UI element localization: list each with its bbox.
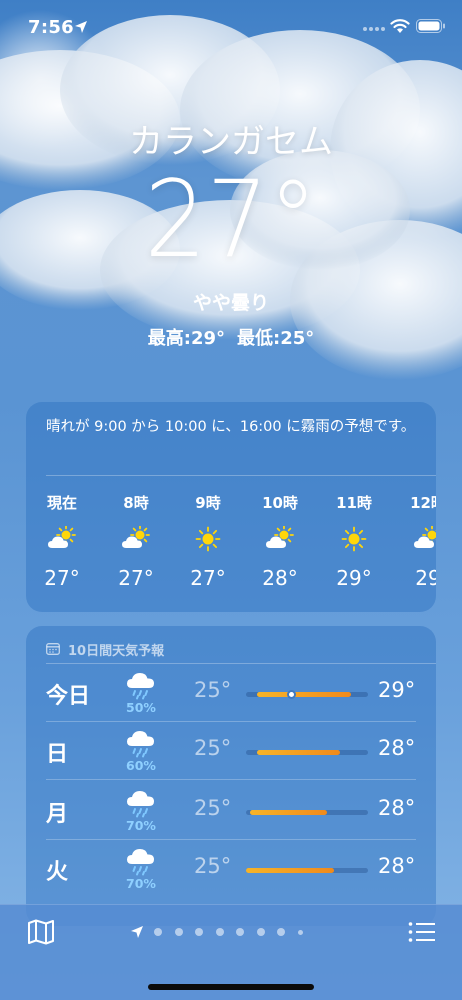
hourly-forecast-card[interactable]: 晴れが 9:00 から 10:00 に、16:00 に霧雨の予想です。 現在 27… bbox=[26, 402, 436, 612]
hour-label: 10時 bbox=[262, 494, 298, 512]
temp-range-bar bbox=[246, 868, 368, 873]
temp-range-bar bbox=[246, 810, 368, 815]
precip-probability: 70% bbox=[126, 876, 156, 891]
partly-cloudy-sun-icon bbox=[413, 525, 436, 552]
hour-temp: 28° bbox=[262, 566, 298, 590]
partly-cloudy-sun-icon bbox=[47, 525, 77, 552]
forecast-summary: 晴れが 9:00 から 10:00 に、16:00 に霧雨の予想です。 bbox=[46, 419, 416, 435]
low-temp: 25° bbox=[194, 854, 232, 878]
rain-cloud-icon bbox=[126, 670, 158, 700]
rain-cloud-icon bbox=[126, 728, 158, 758]
page-dot[interactable] bbox=[297, 930, 303, 935]
day-label: 火 bbox=[46, 860, 69, 885]
low-temp: 25° bbox=[194, 796, 232, 820]
precip-probability: 70% bbox=[126, 818, 156, 833]
sun-icon bbox=[339, 526, 369, 552]
signal-dots-icon bbox=[363, 27, 385, 31]
page-dot[interactable] bbox=[154, 928, 162, 936]
location-arrow-icon bbox=[131, 926, 143, 938]
temp-range-fill bbox=[250, 810, 327, 815]
temp-range-bar bbox=[246, 690, 368, 699]
hour-label: 現在 bbox=[46, 494, 77, 512]
hour-label: 12時 bbox=[410, 494, 436, 512]
page-indicator[interactable] bbox=[130, 925, 340, 939]
page-dot[interactable] bbox=[236, 928, 244, 936]
daily-row[interactable]: 日 60% 25° 28° bbox=[26, 722, 436, 780]
temp-range-fill bbox=[257, 750, 340, 755]
page-dot[interactable] bbox=[256, 928, 265, 936]
page-dot[interactable] bbox=[215, 928, 224, 936]
day-label: 月 bbox=[46, 802, 69, 827]
battery-icon bbox=[416, 19, 445, 33]
current-temperature-value: 27° bbox=[144, 158, 318, 281]
daily-header: 10日間天気予報 bbox=[46, 640, 164, 659]
current-temp-marker bbox=[287, 690, 296, 699]
map-icon[interactable] bbox=[27, 919, 55, 945]
high-temp: 28° bbox=[378, 796, 416, 820]
page-dot[interactable] bbox=[195, 928, 203, 936]
current-temperature: 27° bbox=[0, 158, 462, 281]
wifi-icon bbox=[390, 19, 410, 33]
daily-row[interactable]: 今日 50% 25° 29° bbox=[26, 664, 436, 722]
status-time: 7:56 bbox=[28, 17, 74, 38]
location-arrow-icon bbox=[75, 21, 87, 33]
home-indicator bbox=[148, 984, 314, 990]
high-temp: 28° bbox=[378, 854, 416, 878]
hour-label: 9時 bbox=[195, 494, 221, 512]
partly-cloudy-sun-icon bbox=[265, 525, 295, 552]
status-bar: 7:56 bbox=[0, 0, 462, 56]
high-temp: 28° bbox=[378, 736, 416, 760]
daily-forecast-card[interactable]: 10日間天気予報 今日 50% 25° 29° 日 60% 25° 28° 月 70% 25° 28°… bbox=[26, 626, 436, 926]
high-temp: 最高:29° bbox=[147, 328, 225, 349]
precip-probability: 60% bbox=[126, 758, 156, 773]
high-temp: 29° bbox=[378, 678, 416, 702]
low-temp: 25° bbox=[194, 736, 232, 760]
condition-text: やや曇り bbox=[192, 292, 269, 314]
hour-temp: 27° bbox=[118, 566, 154, 590]
daily-header-label: 10日間天気予報 bbox=[68, 644, 165, 659]
day-label: 今日 bbox=[46, 684, 91, 709]
hour-temp: 27° bbox=[44, 566, 80, 590]
rain-cloud-icon bbox=[126, 846, 158, 876]
partly-cloudy-sun-icon bbox=[121, 525, 151, 552]
day-label: 日 bbox=[46, 742, 69, 767]
low-temp: 最低:25° bbox=[237, 328, 315, 349]
daily-row[interactable]: 火 70% 25° 28° bbox=[26, 840, 436, 898]
temp-range-fill bbox=[257, 692, 351, 697]
page-dot[interactable] bbox=[174, 928, 183, 936]
low-temp: 25° bbox=[194, 678, 232, 702]
calendar-icon bbox=[46, 643, 60, 655]
hourly-scroller[interactable]: 現在 27° 8時 27° 9時 27° 10時 28° 11時 29° 12時 29 bbox=[26, 492, 436, 602]
sun-icon bbox=[193, 526, 223, 552]
hour-label: 11時 bbox=[336, 494, 372, 512]
divider bbox=[46, 779, 416, 780]
hour-label: 8時 bbox=[123, 494, 149, 512]
page-dot[interactable] bbox=[277, 928, 285, 936]
precip-probability: 50% bbox=[126, 700, 156, 715]
hour-temp: 29° bbox=[336, 566, 372, 590]
city-name: カランガセム bbox=[129, 122, 333, 162]
rain-cloud-icon bbox=[126, 788, 158, 818]
temp-range-bar bbox=[246, 750, 368, 755]
temp-range-fill bbox=[246, 868, 334, 873]
daily-row[interactable]: 月 70% 25° 28° bbox=[26, 782, 436, 840]
divider bbox=[46, 475, 436, 476]
hour-temp: 29 bbox=[415, 566, 436, 590]
list-icon[interactable] bbox=[408, 921, 436, 943]
high-low: 最高:29° 最低:25° bbox=[0, 324, 462, 350]
hour-temp: 27° bbox=[190, 566, 226, 590]
